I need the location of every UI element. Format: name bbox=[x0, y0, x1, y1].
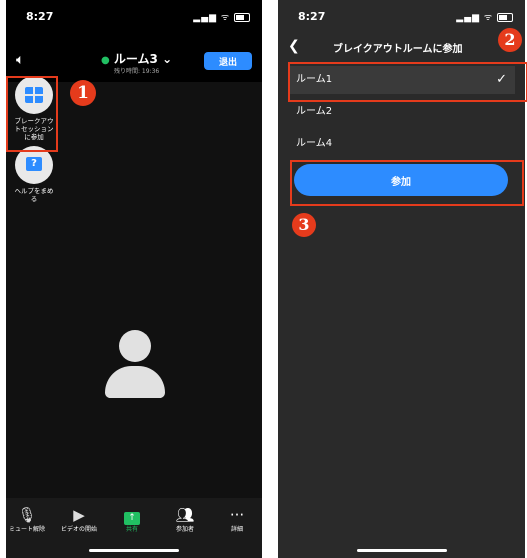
more-button[interactable]: ··· 詳細 bbox=[212, 506, 262, 533]
help-label: ヘルプをまめる bbox=[14, 187, 54, 203]
step-2-badge: 2 bbox=[498, 28, 522, 52]
page-title: ブレイクアウトルームに参加 bbox=[333, 44, 463, 55]
room-option-label: ルーム2 bbox=[296, 106, 333, 117]
home-indicator bbox=[89, 549, 179, 552]
step-1-badge: 1 bbox=[70, 80, 96, 106]
unmute-label: ミュート解除 bbox=[8, 526, 45, 533]
leave-button[interactable]: 退出 bbox=[204, 52, 252, 70]
unmute-button[interactable]: 🎙︎ ミュート解除 bbox=[6, 506, 52, 533]
room-option-4[interactable]: ルーム4 bbox=[288, 130, 515, 158]
remaining-time: 残り時間: 19:36 bbox=[114, 68, 160, 75]
avatar-head bbox=[119, 330, 151, 362]
speaker-icon[interactable]: 🔈︎ bbox=[16, 52, 24, 68]
chevron-down-icon: ⌄ bbox=[162, 52, 173, 66]
highlight-join-box bbox=[290, 160, 524, 206]
status-bar: 8:27 ▂▄▆ ᯤ bbox=[6, 0, 262, 30]
video-off-icon: ▶︎ bbox=[73, 506, 85, 524]
room-title[interactable]: ● ルーム3 ⌄ bbox=[101, 50, 172, 67]
battery-icon bbox=[497, 13, 513, 22]
share-button[interactable]: ↑ 共有 bbox=[107, 506, 157, 533]
step-3-badge: 3 bbox=[292, 213, 316, 237]
room-option-2[interactable]: ルーム2 bbox=[288, 98, 515, 126]
avatar bbox=[105, 330, 165, 400]
share-icon: ↑ bbox=[107, 506, 157, 525]
more-label: 詳細 bbox=[230, 526, 243, 533]
participants-button[interactable]: 👥︎ 参加者 bbox=[160, 506, 210, 533]
participants-label: 参加者 bbox=[175, 526, 194, 533]
start-video-button[interactable]: ▶︎ ビデオの開始 bbox=[54, 506, 104, 533]
start-video-label: ビデオの開始 bbox=[60, 526, 97, 533]
participants-icon: 👥︎ bbox=[175, 506, 195, 524]
home-indicator bbox=[356, 549, 447, 552]
highlight-room1-box bbox=[288, 62, 527, 102]
avatar-body bbox=[105, 366, 165, 398]
question-icon: ? bbox=[26, 157, 42, 171]
mic-off-icon: 🎙︎ bbox=[17, 506, 37, 524]
status-bar: 8:27 ▂▄▆ ᯤ bbox=[278, 0, 525, 30]
room-name: ルーム3 bbox=[113, 52, 158, 66]
more-icon: ··· bbox=[229, 506, 245, 524]
status-time: 8:27 bbox=[298, 10, 326, 23]
status-icons: ▂▄▆ ᯤ bbox=[193, 10, 250, 23]
room-option-label: ルーム4 bbox=[296, 138, 333, 149]
shield-icon: ● bbox=[101, 55, 110, 66]
back-chevron-icon[interactable]: ❮ bbox=[288, 38, 300, 54]
meeting-toolbar: 🎙︎ ミュート解除 ▶︎ ビデオの開始 ↑ 共有 👥︎ 参加者 ··· 詳細 bbox=[6, 498, 262, 558]
status-icons: ▂▄▆ ᯤ bbox=[456, 10, 513, 23]
status-time: 8:27 bbox=[26, 10, 54, 23]
share-label: 共有 bbox=[125, 526, 138, 533]
battery-icon bbox=[234, 13, 250, 22]
highlight-breakout-box bbox=[6, 76, 58, 152]
screen-header: ❮ ブレイクアウトルームに参加 bbox=[278, 38, 525, 60]
help-button[interactable]: ? ヘルプをまめる bbox=[12, 146, 56, 203]
